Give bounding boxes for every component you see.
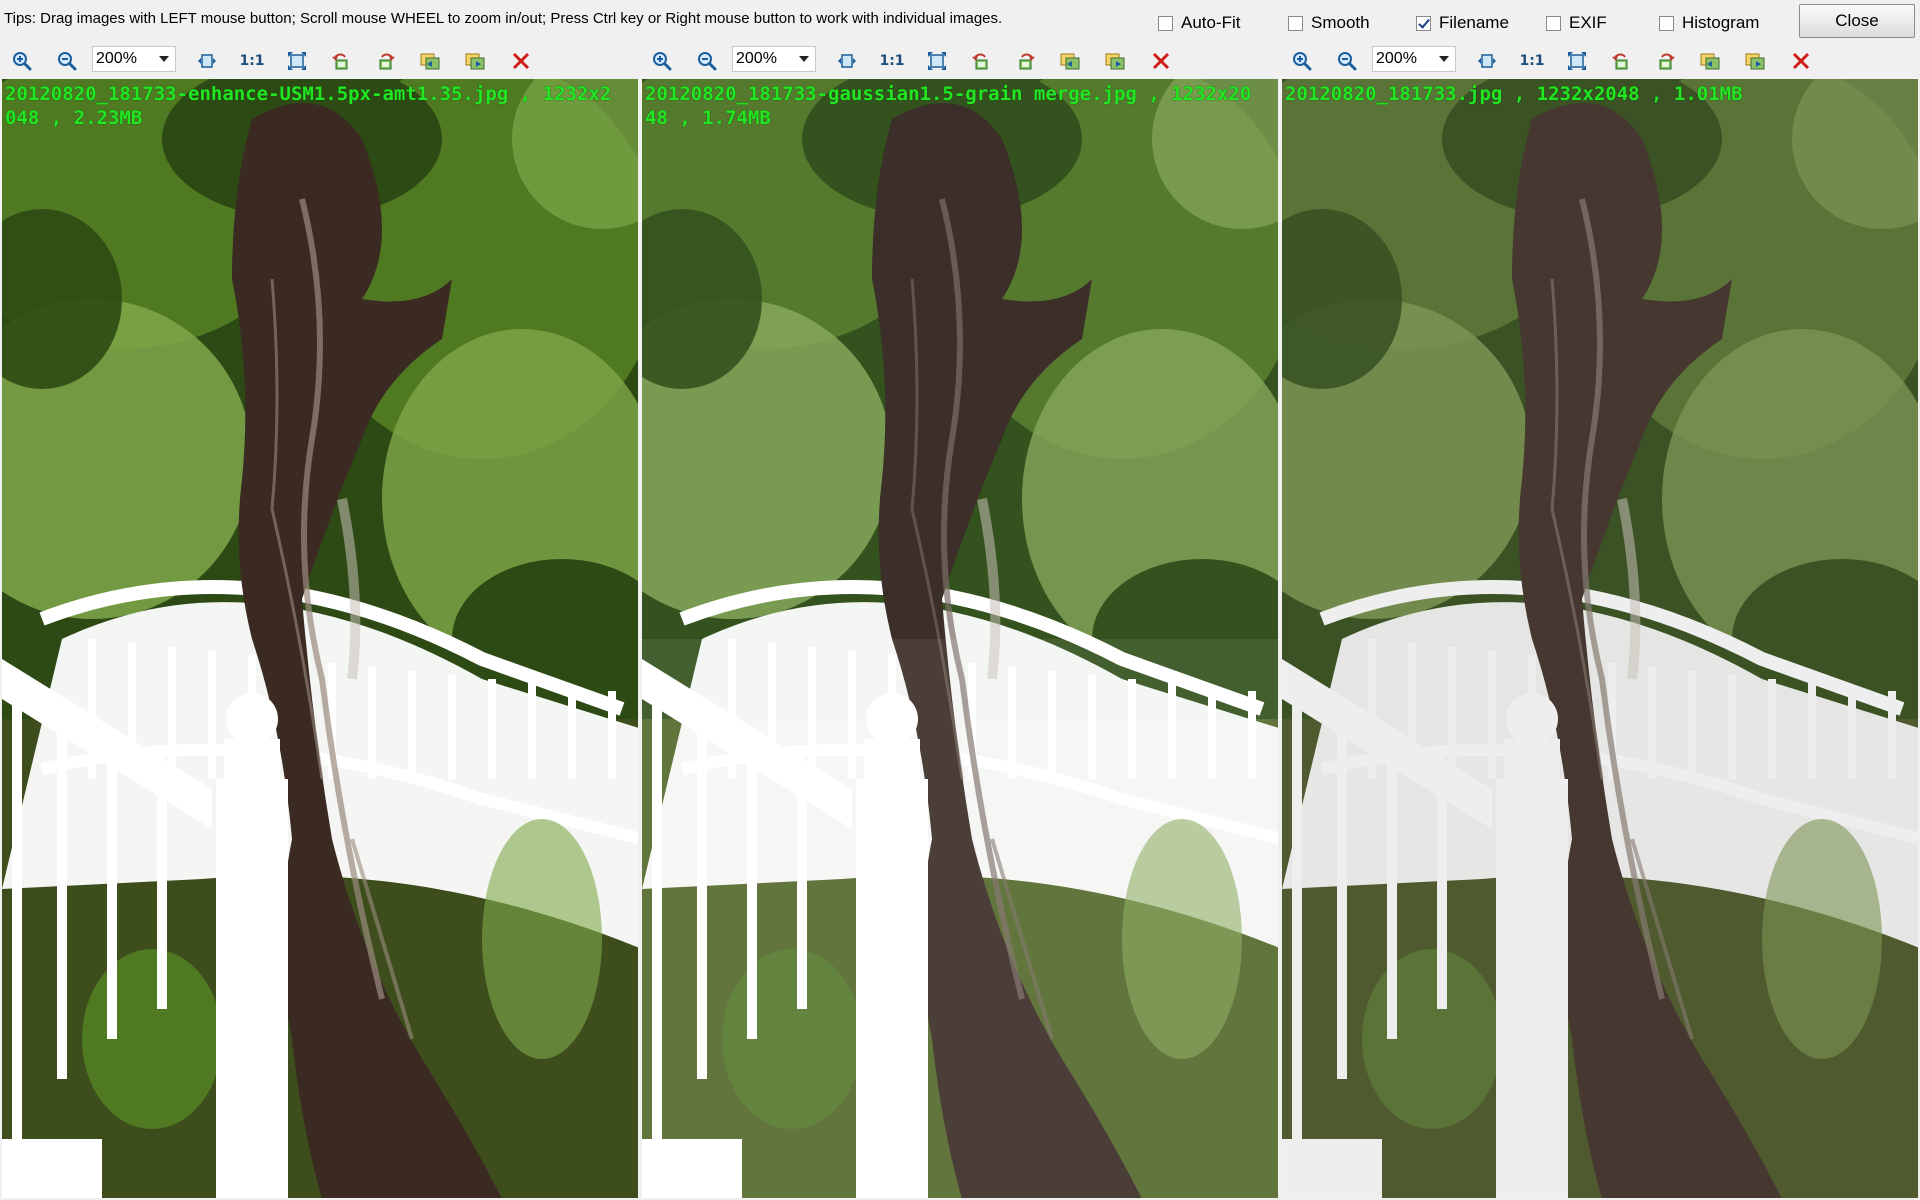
- exif-label: EXIF: [1569, 13, 1607, 32]
- fit-width-icon[interactable]: [1476, 50, 1498, 72]
- zoom-out-icon[interactable]: [56, 50, 78, 72]
- image-viewport[interactable]: 20120820_181733-gaussian1.5-grain merge.…: [642, 79, 1278, 1198]
- image-panel-3: 200% 1:1 20120820_181733.jpg , 1232x2048…: [1280, 41, 1920, 1200]
- rotate-right-icon[interactable]: [1015, 50, 1037, 72]
- filename-label: Filename: [1439, 13, 1509, 32]
- top-bar: Tips: Drag images with LEFT mouse button…: [0, 0, 1920, 41]
- histogram-label: Histogram: [1682, 13, 1760, 32]
- next-image-icon[interactable]: [464, 50, 486, 72]
- fit-window-icon[interactable]: [286, 50, 308, 72]
- auto-fit-label: Auto-Fit: [1181, 13, 1241, 32]
- chevron-down-icon[interactable]: [1439, 56, 1449, 62]
- zoom-level-value: 200%: [1376, 50, 1417, 67]
- auto-fit-checkbox[interactable]: Auto-Fit: [1158, 13, 1241, 33]
- zoom-in-icon[interactable]: [11, 50, 33, 72]
- next-image-icon[interactable]: [1744, 50, 1766, 72]
- rotate-right-icon[interactable]: [375, 50, 397, 72]
- rotate-left-icon[interactable]: [970, 50, 992, 72]
- close-image-icon[interactable]: [510, 50, 532, 72]
- image-viewport[interactable]: 20120820_181733.jpg , 1232x2048 , 1.01MB: [1282, 79, 1918, 1198]
- tips-text: Tips: Drag images with LEFT mouse button…: [4, 10, 1003, 27]
- zoom-out-icon[interactable]: [1336, 50, 1358, 72]
- smooth-label: Smooth: [1311, 13, 1370, 32]
- previous-image-icon[interactable]: [419, 50, 441, 72]
- chevron-down-icon[interactable]: [799, 56, 809, 62]
- actual-size-button[interactable]: 1:1: [239, 50, 265, 72]
- smooth-checkbox[interactable]: Smooth: [1288, 13, 1370, 33]
- zoom-level-select[interactable]: 200%: [1372, 46, 1456, 72]
- auto-fit-checkbox-box[interactable]: [1158, 15, 1173, 31]
- exif-checkbox-box[interactable]: [1546, 15, 1561, 31]
- fit-width-icon[interactable]: [836, 50, 858, 72]
- exif-checkbox[interactable]: EXIF: [1546, 13, 1607, 33]
- previous-image-icon[interactable]: [1059, 50, 1081, 72]
- fit-window-icon[interactable]: [1566, 50, 1588, 72]
- close-button[interactable]: Close: [1799, 4, 1915, 38]
- panel-toolbar: 200% 1:1: [1280, 41, 1920, 79]
- panel-toolbar: 200% 1:1: [640, 41, 1280, 79]
- zoom-level-value: 200%: [96, 50, 137, 67]
- actual-size-button[interactable]: 1:1: [1519, 50, 1545, 72]
- chevron-down-icon[interactable]: [159, 56, 169, 62]
- actual-size-button[interactable]: 1:1: [879, 50, 905, 72]
- image-panel-1: 200% 1:1 20120820_181733-enhance-USM1.5p…: [0, 41, 640, 1200]
- filename-caption: 20120820_181733-gaussian1.5-grain merge.…: [645, 83, 1252, 129]
- fit-window-icon[interactable]: [926, 50, 948, 72]
- zoom-in-icon[interactable]: [1291, 50, 1313, 72]
- filename-checkbox[interactable]: Filename: [1416, 13, 1509, 33]
- zoom-level-value: 200%: [736, 50, 777, 67]
- rotate-right-icon[interactable]: [1655, 50, 1677, 72]
- fit-width-icon[interactable]: [196, 50, 218, 72]
- histogram-checkbox-box[interactable]: [1659, 15, 1674, 31]
- panel-toolbar: 200% 1:1: [0, 41, 640, 79]
- close-image-icon[interactable]: [1790, 50, 1812, 72]
- rotate-left-icon[interactable]: [330, 50, 352, 72]
- rotate-left-icon[interactable]: [1610, 50, 1632, 72]
- zoom-level-select[interactable]: 200%: [732, 46, 816, 72]
- image-panel-2: 200% 1:1 20120820_181733-gaussian1.5-gra…: [640, 41, 1280, 1200]
- filename-caption: 20120820_181733.jpg , 1232x2048 , 1.01MB: [1285, 83, 1743, 105]
- previous-image-icon[interactable]: [1699, 50, 1721, 72]
- next-image-icon[interactable]: [1104, 50, 1126, 72]
- zoom-out-icon[interactable]: [696, 50, 718, 72]
- filename-checkbox-box[interactable]: [1416, 15, 1431, 31]
- filename-caption: 20120820_181733-enhance-USM1.5px-amt1.35…: [5, 83, 612, 129]
- histogram-checkbox[interactable]: Histogram: [1659, 13, 1759, 33]
- close-image-icon[interactable]: [1150, 50, 1172, 72]
- zoom-in-icon[interactable]: [651, 50, 673, 72]
- image-viewport[interactable]: 20120820_181733-enhance-USM1.5px-amt1.35…: [2, 79, 638, 1198]
- smooth-checkbox-box[interactable]: [1288, 15, 1303, 31]
- zoom-level-select[interactable]: 200%: [92, 46, 176, 72]
